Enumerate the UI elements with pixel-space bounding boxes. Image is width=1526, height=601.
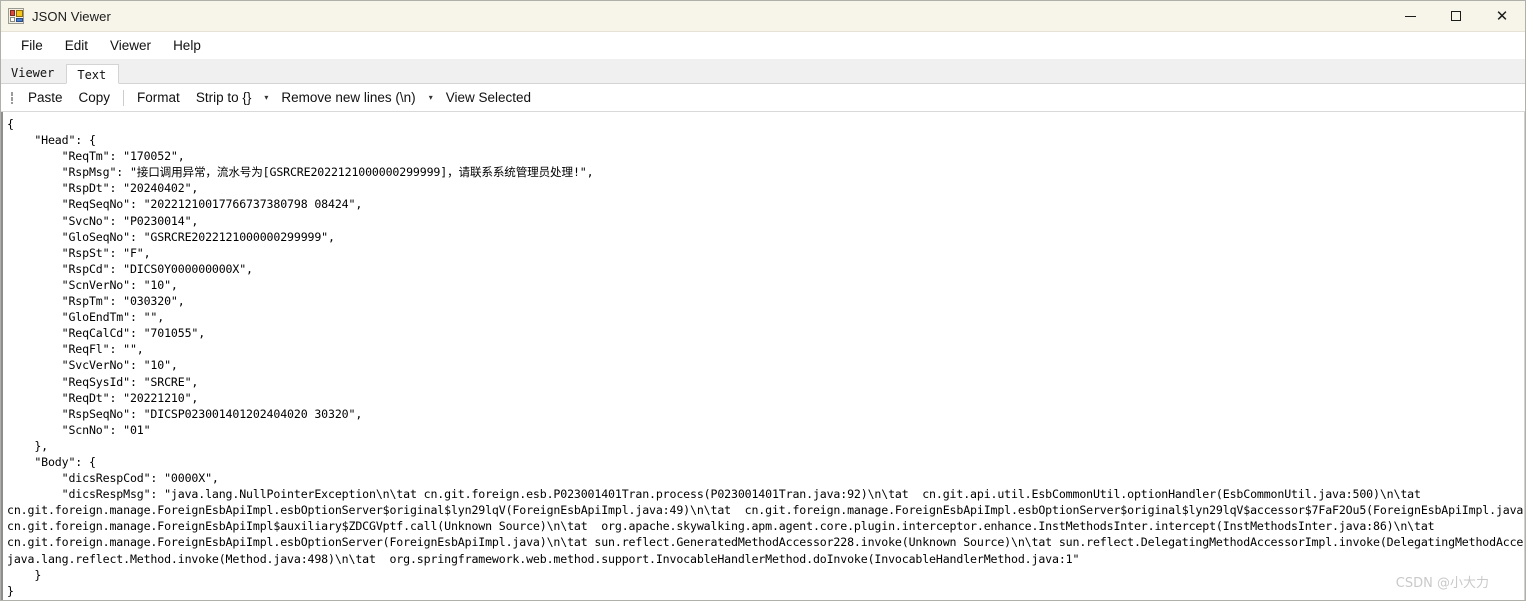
- json-line: "Body": {: [7, 454, 96, 469]
- json-line: cn.git.foreign.manage.ForeignEsbApiImpl.…: [7, 503, 1524, 518]
- json-line: java.lang.reflect.Method.invoke(Method.j…: [7, 551, 1080, 566]
- remove-new-lines-button[interactable]: Remove new lines (\n): [273, 87, 423, 108]
- menu-item-edit[interactable]: Edit: [54, 35, 99, 56]
- menu-item-file[interactable]: File: [10, 35, 54, 56]
- tab-text[interactable]: Text: [66, 64, 120, 84]
- paste-button[interactable]: Paste: [20, 87, 71, 108]
- close-button[interactable]: ✕: [1479, 1, 1525, 31]
- json-line: "ScnVerNo": "10",: [7, 277, 178, 292]
- json-line: }: [7, 567, 42, 582]
- window-title: JSON Viewer: [32, 8, 111, 24]
- json-text-content[interactable]: { "Head": { "ReqTm": "170052", "RspMsg":…: [3, 112, 1524, 599]
- json-line: cn.git.foreign.manage.ForeignEsbApiImpl.…: [7, 535, 1524, 550]
- window-controls: ✕: [1387, 1, 1525, 31]
- copy-button[interactable]: Copy: [71, 87, 119, 108]
- tab-viewer[interactable]: Viewer: [1, 63, 67, 83]
- close-icon: ✕: [1495, 6, 1509, 25]
- json-line: "ReqSysId": "SRCRE",: [7, 374, 199, 389]
- json-viewer-window: JSON Viewer ✕ File Edit Viewer Help View…: [0, 0, 1526, 601]
- json-line: "ReqCalCd": "701055",: [7, 326, 206, 341]
- tab-strip: Viewer Text: [1, 59, 1525, 84]
- json-line: "ReqFl": "",: [7, 342, 144, 357]
- json-line: "RspCd": "DICS0Y000000000X",: [7, 261, 253, 276]
- json-line: "GloEndTm": "",: [7, 310, 165, 325]
- minimize-button[interactable]: [1387, 1, 1433, 31]
- maximize-button[interactable]: [1433, 1, 1479, 31]
- toolbar: Paste Copy Format Strip to {} ▾ Remove n…: [1, 84, 1525, 112]
- strip-to-chevron-down-icon[interactable]: ▾: [259, 88, 273, 108]
- json-text-area[interactable]: { "Head": { "ReqTm": "170052", "RspMsg":…: [1, 112, 1525, 600]
- json-line: "SvcVerNo": "10",: [7, 358, 178, 373]
- minimize-icon: [1404, 15, 1416, 17]
- remove-new-lines-chevron-down-icon[interactable]: ▾: [424, 88, 438, 108]
- format-button[interactable]: Format: [129, 87, 188, 108]
- json-line: "ReqTm": "170052",: [7, 149, 185, 164]
- json-line: "GloSeqNo": "GSRCRE2022121000000299999",: [7, 229, 335, 244]
- json-line: {: [7, 117, 14, 131]
- json-line: "ScnNo": "01": [7, 422, 151, 437]
- menu-item-viewer[interactable]: Viewer: [99, 35, 162, 56]
- app-icon: [8, 8, 24, 24]
- menu-item-help[interactable]: Help: [162, 35, 212, 56]
- json-line: "RspTm": "030320",: [7, 294, 185, 309]
- toolbar-separator: [123, 89, 125, 106]
- json-line: "RspSeqNo": "DICSP023001401202404020 303…: [7, 406, 363, 421]
- json-line: "RspMsg": "接口调用异常，流水号为[GSRCRE20221210000…: [7, 165, 594, 180]
- json-line: "dicsRespMsg": "java.lang.NullPointerExc…: [7, 487, 1421, 502]
- json-line: "RspSt": "F",: [7, 245, 151, 260]
- menu-bar: File Edit Viewer Help: [1, 32, 1525, 59]
- json-line: "RspDt": "20240402",: [7, 181, 199, 196]
- json-line: }: [7, 583, 14, 598]
- json-line: "ReqDt": "20221210",: [7, 390, 199, 405]
- view-selected-button[interactable]: View Selected: [438, 87, 539, 108]
- json-line: "ReqSeqNo": "20221210017766737380798 084…: [7, 197, 363, 212]
- maximize-icon: [1451, 11, 1461, 21]
- strip-to-button[interactable]: Strip to {}: [188, 87, 260, 108]
- json-line: cn.git.foreign.manage.ForeignEsbApiImpl$…: [7, 519, 1435, 534]
- json-line: },: [7, 438, 48, 453]
- title-bar: JSON Viewer ✕: [1, 1, 1525, 32]
- toolbar-grip-icon[interactable]: [8, 90, 16, 106]
- json-line: "Head": {: [7, 133, 96, 148]
- json-line: "dicsRespCod": "0000X",: [7, 471, 219, 486]
- json-line: "SvcNo": "P0230014",: [7, 213, 199, 228]
